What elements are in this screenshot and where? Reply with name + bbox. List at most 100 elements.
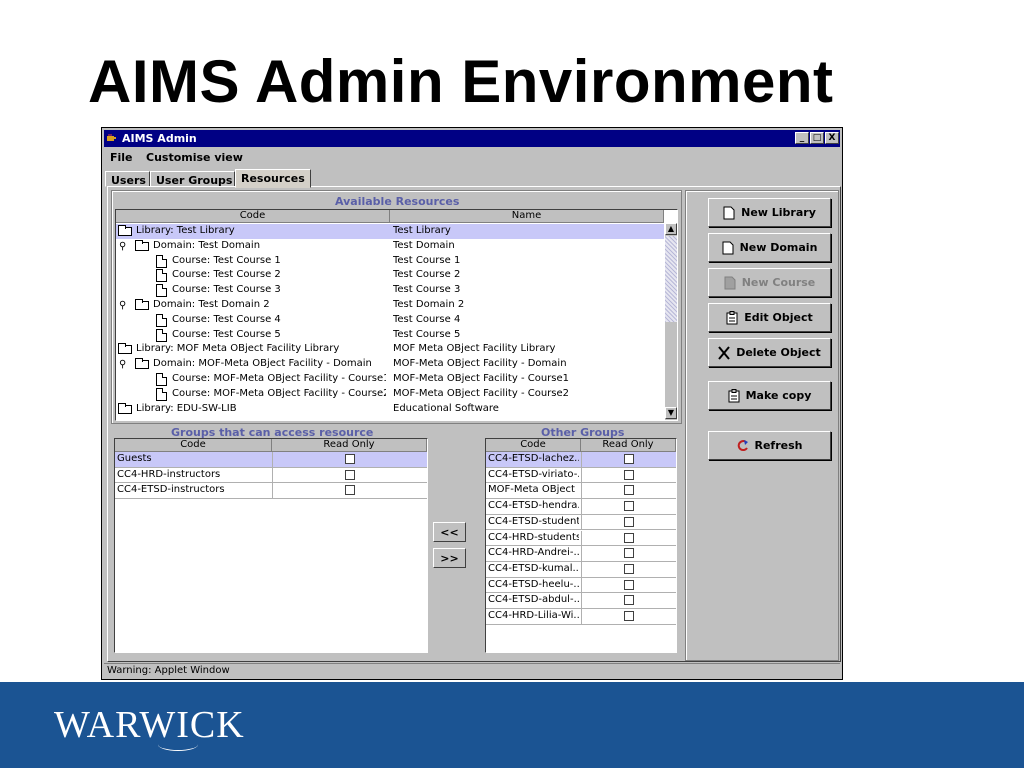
delete-object-button[interactable]: Delete Object	[708, 338, 831, 367]
group-code: CC4-ETSD-kumal...	[488, 562, 579, 574]
expand-toggle-icon[interactable]: ⚲	[119, 358, 126, 372]
group-row[interactable]: CC4-ETSD-heelu-...	[486, 577, 676, 594]
new-library-button[interactable]: New Library	[708, 198, 831, 227]
resource-row[interactable]: Course: MOF-Meta OBject Facility - Cours…	[116, 387, 664, 402]
resource-name: MOF-Meta OBject Facility - Domain	[393, 358, 567, 370]
menu-customise-view[interactable]: Customise view	[146, 151, 243, 164]
read-only-checkbox[interactable]	[623, 469, 634, 480]
resource-code: Domain: MOF-Meta OBject Facility - Domai…	[153, 358, 372, 370]
resource-code: Library: EDU-SW-LIB	[136, 402, 237, 414]
make-copy-button[interactable]: Make copy	[708, 381, 831, 410]
remove-group-button[interactable]: >>	[433, 548, 466, 568]
resource-row[interactable]: ⚲ Domain: Test Domain 2 Test Domain 2	[116, 298, 664, 313]
scroll-thumb[interactable]	[665, 236, 677, 322]
new-course-button[interactable]: New Course	[708, 268, 831, 297]
group-row[interactable]: CC4-ETSD-viriato-...	[486, 467, 676, 484]
refresh-button[interactable]: Refresh	[708, 431, 831, 460]
resource-code: Domain: Test Domain	[153, 239, 261, 251]
group-row[interactable]: CC4-HRD-Lilia-Wi...	[486, 609, 676, 625]
new-domain-button[interactable]: New Domain	[708, 233, 831, 262]
new-course-label: New Course	[741, 276, 816, 289]
read-only-checkbox[interactable]	[623, 548, 634, 559]
group-row[interactable]: CC4-ETSD-hendra...	[486, 499, 676, 515]
group-row[interactable]: Guests	[115, 452, 427, 468]
group-row[interactable]: CC4-ETSD-kumal...	[486, 561, 676, 578]
group-row[interactable]: CC4-ETSD-lachez...	[486, 452, 676, 468]
scroll-down-icon[interactable]: ▼	[665, 407, 677, 419]
column-header-name[interactable]: Name	[390, 210, 664, 223]
expand-toggle-icon[interactable]: ⚲	[119, 240, 126, 254]
column-divider	[581, 514, 582, 530]
other-groups-rows: CC4-ETSD-lachez... CC4-ETSD-viriato-... MO…	[486, 452, 676, 652]
read-only-checkbox[interactable]	[344, 469, 355, 480]
resources-rows: Library: Test Library Test Library ⚲ Domain…	[116, 224, 664, 420]
read-only-checkbox[interactable]	[623, 532, 634, 543]
expand-toggle-icon[interactable]: ⚲	[119, 299, 126, 313]
resource-row[interactable]: Library: MOF Meta OBject Facility Librar…	[116, 342, 664, 357]
resource-name: MOF-Meta OBject Facility - Course1	[393, 373, 570, 384]
resource-code: Library: Test Library	[136, 225, 235, 236]
resource-row[interactable]: ⚲ Domain: Test Domain Test Domain	[116, 239, 664, 254]
tab-user-groups[interactable]: User Groups	[150, 171, 235, 187]
add-group-button[interactable]: <<	[433, 522, 466, 542]
read-only-checkbox[interactable]	[623, 579, 634, 590]
group-row[interactable]: CC4-HRD-Andrei-...	[486, 546, 676, 562]
column-header-code[interactable]: Code	[116, 210, 390, 223]
menu-file[interactable]: File	[110, 151, 133, 164]
read-only-checkbox[interactable]	[623, 485, 634, 496]
resource-code: Course: Test Course 5	[172, 328, 281, 340]
available-resources-title: Available Resources	[335, 195, 460, 208]
group-row[interactable]: MOF-Meta OBject ...	[486, 483, 676, 500]
column-header-code[interactable]: Code	[486, 439, 581, 452]
resource-row[interactable]: Course: Test Course 4 Test Course 4	[116, 313, 664, 328]
resource-name: MOF Meta OBject Facility Library	[393, 343, 556, 355]
document-icon	[156, 373, 167, 386]
new-document-icon	[723, 206, 735, 219]
scroll-up-icon[interactable]: ▲	[665, 223, 677, 235]
read-only-checkbox[interactable]	[623, 516, 634, 527]
read-only-checkbox[interactable]	[623, 595, 634, 606]
tab-resources[interactable]: Resources	[235, 169, 311, 188]
resource-row[interactable]: Course: Test Course 5 Test Course 5	[116, 328, 664, 343]
group-row[interactable]: CC4-ETSD-abdul-...	[486, 593, 676, 609]
new-domain-label: New Domain	[739, 241, 818, 254]
minimize-button[interactable]: _	[795, 132, 809, 144]
read-only-checkbox[interactable]	[344, 454, 355, 464]
group-code: CC4-ETSD-hendra...	[488, 500, 579, 512]
read-only-checkbox[interactable]	[623, 454, 634, 464]
resource-row[interactable]: Course: Test Course 3 Test Course 3	[116, 283, 664, 298]
resource-row[interactable]: Library: EDU-SW-LIB Educational Software	[116, 402, 664, 417]
aims-admin-window: AIMS Admin _ □ X File Customise view Use…	[101, 127, 843, 680]
column-header-code[interactable]: Code	[115, 439, 272, 452]
window-titlebar[interactable]: AIMS Admin _ □ X	[104, 130, 840, 147]
group-code: CC4-ETSD-viriato-...	[488, 468, 579, 480]
resource-code: Course: Test Course 2	[172, 269, 281, 281]
tab-users[interactable]: Users	[105, 171, 150, 187]
resource-row[interactable]: Library: Test Library Test Library	[116, 224, 664, 239]
resource-row[interactable]: Course: Test Course 2 Test Course 2	[116, 268, 664, 283]
resource-code: Course: MOF-Meta OBject Facility - Cours…	[172, 373, 386, 384]
resource-row[interactable]: ⚲ Domain: MOF-Meta OBject Facility - Doma…	[116, 357, 664, 372]
resource-row[interactable]: Course: Test Course 1 Test Course 1	[116, 254, 664, 269]
edit-object-button[interactable]: Edit Object	[708, 303, 831, 332]
column-divider	[272, 452, 273, 467]
resource-row[interactable]: Course: MOF-Meta OBject Facility - Cours…	[116, 372, 664, 387]
status-bar: Warning: Applet Window	[104, 663, 840, 679]
close-button[interactable]: X	[825, 132, 839, 144]
group-code: CC4-ETSD-instructors	[117, 484, 225, 496]
read-only-checkbox[interactable]	[623, 611, 634, 621]
group-code: CC4-ETSD-heelu-...	[488, 578, 579, 590]
read-only-checkbox[interactable]	[623, 501, 634, 512]
group-row[interactable]: CC4-ETSD-students	[486, 514, 676, 531]
read-only-checkbox[interactable]	[623, 563, 634, 574]
read-only-checkbox[interactable]	[344, 485, 355, 496]
resource-code: Library: MOF Meta OBject Facility Librar…	[136, 343, 340, 355]
group-row[interactable]: CC4-HRD-instructors	[115, 467, 427, 484]
group-code: CC4-HRD-students	[488, 531, 579, 543]
group-row[interactable]: CC4-ETSD-instructors	[115, 483, 427, 500]
column-header-read-only[interactable]: Read Only	[272, 439, 427, 452]
maximize-button[interactable]: □	[810, 132, 824, 144]
column-header-read-only[interactable]: Read Only	[581, 439, 676, 452]
group-row[interactable]: CC4-HRD-students	[486, 530, 676, 547]
resources-scrollbar[interactable]: ▲ ▼	[665, 223, 677, 420]
